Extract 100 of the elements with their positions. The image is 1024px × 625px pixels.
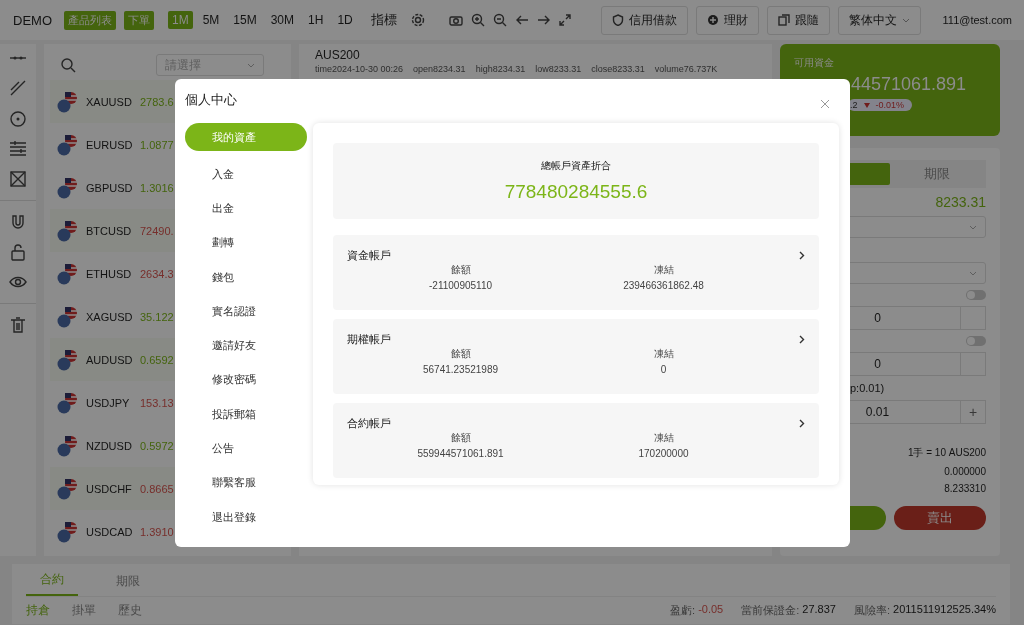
ohlc-stat: time2024-10-30 00:26 bbox=[315, 64, 404, 74]
brand-name: DEMO bbox=[13, 12, 52, 28]
balance-value: 56741.23521989 bbox=[422, 364, 499, 375]
flag-icon bbox=[56, 219, 78, 242]
camera-icon[interactable] bbox=[448, 14, 463, 26]
box-cross-icon[interactable] bbox=[9, 170, 27, 188]
flag-icon bbox=[56, 434, 78, 457]
menu-item[interactable]: 退出登錄 bbox=[185, 499, 307, 535]
symbol-price: 0.5972 bbox=[140, 439, 174, 452]
sell-button[interactable]: 賣出 bbox=[894, 506, 986, 530]
symbol-price: 2634.3 bbox=[140, 267, 174, 280]
lot-hint: p:0.01) bbox=[850, 382, 886, 394]
down-triangle-icon bbox=[863, 102, 870, 108]
flag-icon bbox=[56, 477, 78, 500]
symbol-name[interactable]: USDCHF bbox=[86, 482, 132, 495]
stat-label: 盈虧: bbox=[670, 602, 696, 618]
trash-icon[interactable] bbox=[9, 316, 27, 334]
toggle-switch[interactable] bbox=[966, 336, 986, 346]
flag-icon bbox=[56, 176, 78, 199]
menu-item[interactable]: 出金 bbox=[185, 191, 307, 226]
info-value: 0.000000 bbox=[943, 466, 986, 477]
lock-icon[interactable] bbox=[9, 243, 27, 261]
symbol-price: 0.6592 bbox=[140, 353, 174, 366]
interval-tab[interactable]: 30M bbox=[266, 11, 299, 29]
balance-value: 559944571061.891 bbox=[417, 448, 504, 459]
chevron-down-icon bbox=[969, 224, 977, 230]
account-card[interactable]: 合約帳戶 餘額 559944571061.891 凍結 170200000 bbox=[333, 403, 819, 478]
menu-item[interactable]: 劃轉 bbox=[185, 225, 307, 260]
zoom-in-icon[interactable] bbox=[470, 13, 485, 27]
symbol-name[interactable]: USDJPY bbox=[86, 396, 132, 409]
toggle-switch[interactable] bbox=[966, 290, 986, 300]
account-card[interactable]: 資金帳戶 餘額 -21100905110 凍結 239466361862.48 bbox=[333, 235, 819, 310]
symbol-name[interactable]: AUDUSD bbox=[86, 353, 132, 366]
menu-item[interactable]: 修改密碼 bbox=[185, 362, 307, 398]
menu-item[interactable]: 公告 bbox=[185, 431, 307, 466]
symbol-name[interactable]: USDCAD bbox=[86, 525, 132, 538]
language-select[interactable]: 繁体中文 bbox=[837, 5, 921, 35]
frozen-label: 凍結 bbox=[653, 263, 674, 277]
circle-target-icon[interactable] bbox=[9, 110, 27, 128]
action-button[interactable]: 理財 bbox=[695, 5, 759, 35]
symbol-name[interactable]: XAGUSD bbox=[86, 310, 132, 323]
interval-tab[interactable]: 1H bbox=[304, 11, 328, 29]
symbol-name[interactable]: NZDUSD bbox=[86, 439, 132, 452]
frozen-label: 凍結 bbox=[653, 431, 674, 445]
ray-tool-icon[interactable] bbox=[9, 80, 27, 98]
flag-icon bbox=[56, 90, 78, 113]
symbol-price: 2783.6 bbox=[140, 95, 174, 108]
balance-value: 44571061.891 bbox=[851, 74, 967, 95]
account-card[interactable]: 期權帳戶 餘額 56741.23521989 凍結 0 bbox=[333, 319, 819, 394]
chevron-right-icon bbox=[799, 251, 805, 260]
symbol-price: 1.3910 bbox=[140, 525, 174, 538]
symbol-name[interactable]: GBPUSD bbox=[86, 181, 132, 194]
account-name: 期權帳戶 bbox=[347, 332, 391, 347]
menu-item[interactable]: 錢包 bbox=[185, 259, 307, 295]
stat-value: 2011511912525.34% bbox=[893, 602, 996, 617]
menu-item[interactable]: 投訴郵箱 bbox=[185, 397, 307, 432]
dialog-title: 個人中心 bbox=[185, 91, 237, 109]
chevron-down-icon bbox=[247, 62, 255, 68]
symbol-name[interactable]: EURUSD bbox=[86, 138, 132, 151]
symbol-price: 153.13 bbox=[140, 396, 174, 409]
arrow-right-icon[interactable] bbox=[536, 15, 551, 25]
ohlc-stat: close8233.31 bbox=[591, 64, 645, 74]
chevron-down-icon bbox=[901, 17, 910, 23]
action-button[interactable]: 跟隨 bbox=[766, 5, 830, 35]
symbol-name[interactable]: XAUUSD bbox=[86, 95, 132, 108]
magnet-icon[interactable] bbox=[9, 213, 27, 231]
account-email: 111@test.com bbox=[942, 14, 1012, 26]
change-value: .2 bbox=[850, 100, 858, 110]
balance-label: 餘額 bbox=[450, 431, 471, 445]
symbol-name[interactable]: ETHUSD bbox=[86, 267, 132, 280]
zoom-out-icon[interactable] bbox=[492, 13, 507, 27]
arrow-left-icon[interactable] bbox=[514, 15, 529, 25]
interval-tab[interactable]: 5M bbox=[198, 11, 224, 29]
stat-label: 風險率: bbox=[853, 602, 890, 618]
lines-tool-icon[interactable] bbox=[9, 140, 27, 158]
menu-item[interactable]: 邀請好友 bbox=[185, 328, 307, 363]
menu-item[interactable]: 入金 bbox=[185, 157, 307, 192]
action-button[interactable]: 信用借款 bbox=[600, 5, 688, 35]
symbol-name[interactable]: BTCUSD bbox=[86, 224, 132, 237]
chevron-down-icon bbox=[969, 270, 977, 276]
plus-button[interactable]: + bbox=[960, 401, 985, 423]
interval-tab[interactable]: 15M bbox=[229, 11, 261, 29]
search-icon[interactable] bbox=[60, 57, 76, 73]
fullscreen-icon[interactable] bbox=[558, 14, 571, 26]
ohlc-stat: low8233.31 bbox=[535, 64, 582, 74]
settings-icon[interactable] bbox=[410, 13, 425, 27]
flag-icon bbox=[56, 133, 78, 156]
menu-item[interactable]: 實名認證 bbox=[185, 294, 307, 329]
stat-label: 當前保證金: bbox=[741, 602, 800, 618]
flag-icon bbox=[56, 305, 78, 328]
menu-item[interactable]: 聯繫客服 bbox=[185, 465, 307, 500]
flag-icon bbox=[56, 348, 78, 371]
copy-icon bbox=[777, 14, 790, 26]
close-icon[interactable] bbox=[820, 99, 830, 109]
total-assets-value: 778480284555.6 bbox=[504, 181, 648, 203]
interval-tab[interactable]: 1D bbox=[333, 11, 357, 29]
balance-label: 可用資金 bbox=[794, 56, 834, 70]
total-assets-label: 總帳戶資產折合 bbox=[541, 159, 611, 173]
indicator-label: 指標 bbox=[370, 11, 397, 29]
chevron-right-icon bbox=[799, 419, 805, 428]
